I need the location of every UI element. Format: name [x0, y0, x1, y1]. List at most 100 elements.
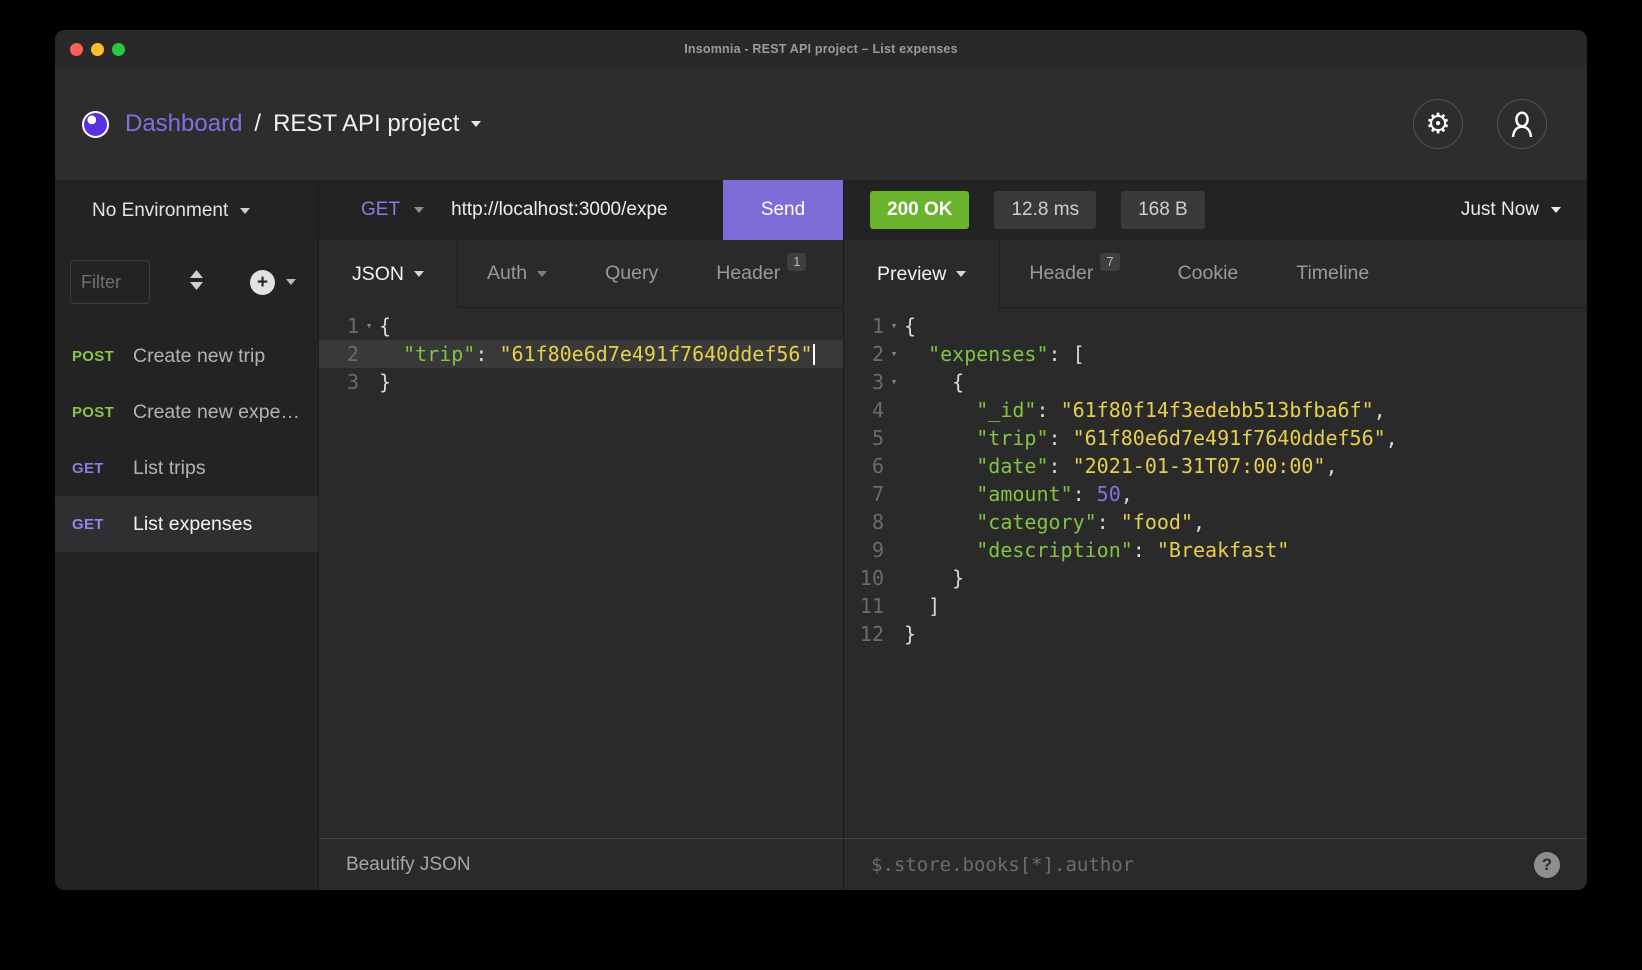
tab-preview[interactable]: Preview	[844, 240, 1000, 308]
line-number: 3	[319, 368, 359, 396]
add-request-control[interactable]: +	[250, 270, 296, 295]
help-button[interactable]: ?	[1534, 852, 1560, 878]
code-line-8[interactable]: 8 "category": "food",	[844, 508, 1587, 536]
response-filter-input[interactable]	[871, 854, 1520, 876]
line-number: 1	[844, 312, 884, 340]
request-item-list-expenses[interactable]: GETList expenses	[55, 496, 318, 552]
tab-timeline[interactable]: Timeline	[1267, 240, 1398, 307]
response-body-viewer[interactable]: 1▾{2▾ "expenses": [3▾ {4 "_id": "61f80f1…	[844, 308, 1587, 838]
code-text: "expenses": [	[904, 340, 1085, 368]
code-line-2[interactable]: 2▾ "expenses": [	[844, 340, 1587, 368]
code-text: "category": "food",	[904, 508, 1205, 536]
history-label: Just Now	[1461, 199, 1539, 221]
url-bar: GET http://localhost:3000/expe Send	[319, 180, 843, 240]
code-line-12[interactable]: 12}	[844, 620, 1587, 648]
code-line-3[interactable]: 3▾ {	[844, 368, 1587, 396]
tab-label: Header	[1029, 262, 1093, 285]
tab-query[interactable]: Query	[576, 240, 687, 307]
fold-caret-icon[interactable]: ▾	[884, 312, 904, 340]
minimize-window-button[interactable]	[91, 43, 104, 56]
gear-icon: ⚙	[1425, 110, 1450, 138]
question-mark-icon: ?	[1542, 855, 1552, 875]
method-tag: GET	[72, 516, 133, 533]
fold-caret-icon[interactable]: ▾	[884, 368, 904, 396]
text-cursor	[813, 344, 815, 365]
fold-gutter	[884, 452, 904, 480]
tab-auth[interactable]: Auth	[458, 240, 576, 307]
send-button[interactable]: Send	[723, 180, 843, 240]
code-line-6[interactable]: 6 "date": "2021-01-31T07:00:00",	[844, 452, 1587, 480]
code-text: }	[904, 564, 964, 592]
request-item-create-new-expe-[interactable]: POSTCreate new expe…	[55, 384, 318, 440]
fold-gutter	[884, 564, 904, 592]
fold-gutter	[884, 480, 904, 508]
code-line-5[interactable]: 5 "trip": "61f80e6d7e491f7640ddef56",	[844, 424, 1587, 452]
code-line-10[interactable]: 10 }	[844, 564, 1587, 592]
method-selector[interactable]: GET	[361, 199, 424, 221]
request-name: List trips	[133, 457, 206, 480]
response-history-selector[interactable]: Just Now	[1461, 199, 1561, 221]
line-number: 2	[319, 340, 359, 368]
beautify-json-button[interactable]: Beautify JSON	[346, 854, 471, 876]
code-line-1[interactable]: 1▾{	[844, 312, 1587, 340]
fold-caret-icon[interactable]: ▾	[884, 340, 904, 368]
code-text: "trip": "61f80e6d7e491f7640ddef56",	[904, 424, 1398, 452]
breadcrumb-separator: /	[254, 110, 261, 138]
chevron-down-icon	[414, 207, 424, 213]
filter-input[interactable]	[70, 260, 150, 304]
fold-gutter	[359, 340, 379, 368]
code-line-1[interactable]: 1▾{	[319, 312, 843, 340]
tab-cookie[interactable]: Cookie	[1149, 240, 1268, 307]
fold-gutter	[884, 620, 904, 648]
response-footer: ?	[844, 838, 1587, 890]
breadcrumb-project[interactable]: REST API project	[273, 110, 459, 138]
code-line-9[interactable]: 9 "description": "Breakfast"	[844, 536, 1587, 564]
chevron-down-icon	[240, 208, 250, 214]
titlebar: Insomnia - REST API project – List expen…	[55, 30, 1587, 68]
line-number: 6	[844, 452, 884, 480]
header-icons: ⚙	[1413, 99, 1547, 149]
line-number: 3	[844, 368, 884, 396]
code-text: {	[379, 312, 391, 340]
environment-selector[interactable]: No Environment	[55, 180, 318, 242]
sort-icon[interactable]	[188, 269, 205, 296]
account-button[interactable]	[1497, 99, 1547, 149]
code-text: {	[904, 312, 916, 340]
code-line-3[interactable]: 3}	[319, 368, 843, 396]
tab-label: Cookie	[1178, 262, 1239, 285]
settings-button[interactable]: ⚙	[1413, 99, 1463, 149]
code-line-7[interactable]: 7 "amount": 50,	[844, 480, 1587, 508]
request-name: Create new trip	[133, 345, 265, 368]
tab-label: Auth	[487, 262, 527, 285]
status-badge: 200 OK	[870, 191, 969, 229]
url-input[interactable]: http://localhost:3000/expe	[451, 199, 723, 221]
request-name: Create new expe…	[133, 401, 300, 424]
request-list: POSTCreate new tripPOSTCreate new expe…G…	[55, 328, 318, 552]
zoom-window-button[interactable]	[112, 43, 125, 56]
fold-gutter	[884, 592, 904, 620]
fold-caret-icon[interactable]: ▾	[359, 312, 379, 340]
code-text: "description": "Breakfast"	[904, 536, 1289, 564]
tab-header[interactable]: Header1	[687, 240, 835, 307]
code-line-4[interactable]: 4 "_id": "61f80f14f3edebb513bfba6f",	[844, 396, 1587, 424]
chevron-down-icon	[537, 271, 547, 277]
close-window-button[interactable]	[70, 43, 83, 56]
tab-count-badge: 7	[1100, 253, 1119, 271]
chevron-down-icon[interactable]	[471, 121, 481, 127]
line-number: 11	[844, 592, 884, 620]
insomnia-logo-icon	[82, 111, 109, 138]
tab-label: Timeline	[1296, 262, 1369, 285]
chevron-down-icon	[414, 271, 424, 277]
line-number: 9	[844, 536, 884, 564]
breadcrumb-dashboard-link[interactable]: Dashboard	[125, 110, 242, 138]
tab-header[interactable]: Header 7	[1000, 240, 1148, 307]
code-line-11[interactable]: 11 ]	[844, 592, 1587, 620]
request-item-create-new-trip[interactable]: POSTCreate new trip	[55, 328, 318, 384]
tab-json[interactable]: JSON	[319, 240, 458, 308]
request-item-list-trips[interactable]: GETList trips	[55, 440, 318, 496]
request-body-editor[interactable]: 1▾{2 "trip": "61f80e6d7e491f7640ddef56"3…	[319, 308, 843, 838]
code-line-2[interactable]: 2 "trip": "61f80e6d7e491f7640ddef56"	[319, 340, 843, 368]
tab-count-badge: 1	[787, 253, 806, 271]
code-text: ]	[904, 592, 940, 620]
breadcrumb: Dashboard / REST API project	[125, 110, 481, 138]
